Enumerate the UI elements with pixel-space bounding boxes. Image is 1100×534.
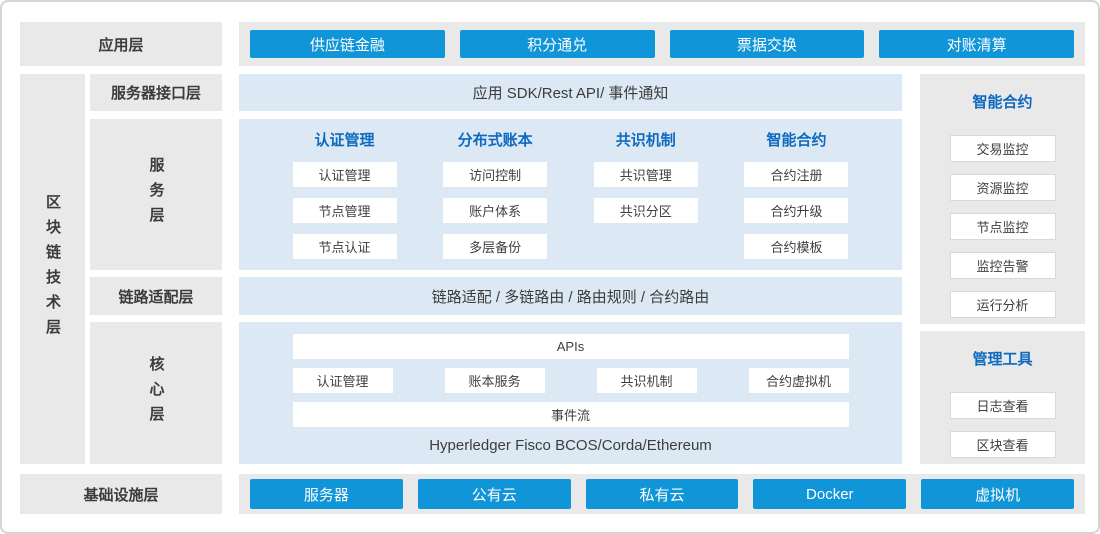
app-button-bill-exchange[interactable]: 票据交换 bbox=[670, 30, 865, 58]
core-layer-label-text: 核心层 bbox=[146, 356, 167, 431]
service-column-contract: 智能合约 合约注册 合约升级 合约模板 bbox=[744, 131, 848, 270]
service-column-auth: 认证管理 认证管理 节点管理 节点认证 bbox=[293, 131, 397, 270]
core-layer-panel: APIs 认证管理 账本服务 共识机制 合约虚拟机 事件流 Hyperledge… bbox=[239, 322, 902, 464]
tools-panel: 管理工具 日志查看 区块查看 bbox=[920, 331, 1085, 464]
service-item: 访问控制 bbox=[443, 162, 547, 187]
service-item: 合约升级 bbox=[744, 198, 848, 223]
monitor-panel: 智能合约 交易监控 资源监控 节点监控 监控告警 运行分析 bbox=[920, 74, 1085, 324]
architecture-diagram: 应用层 供应链金融 积分通兑 票据交换 对账清算 区块链技术层 服务器接口层 应… bbox=[0, 0, 1100, 534]
sdk-api-band: 应用 SDK/Rest API/ 事件通知 bbox=[239, 74, 902, 111]
service-column-contract-header: 智能合约 bbox=[744, 131, 848, 151]
service-item: 合约注册 bbox=[744, 162, 848, 187]
monitor-panel-header: 智能合约 bbox=[972, 91, 1032, 112]
service-columns: 认证管理 认证管理 节点管理 节点认证 分布式账本 访问控制 账户体系 多层备份… bbox=[293, 131, 849, 270]
core-module: 认证管理 bbox=[293, 368, 393, 393]
service-layer-label-text: 服务层 bbox=[146, 157, 167, 232]
core-modules-row: 认证管理 账本服务 共识机制 合约虚拟机 bbox=[293, 368, 849, 393]
app-layer-band: 供应链金融 积分通兑 票据交换 对账清算 bbox=[239, 22, 1085, 66]
service-item: 共识管理 bbox=[594, 162, 698, 187]
service-column-consensus-header: 共识机制 bbox=[594, 131, 698, 151]
service-item: 共识分区 bbox=[594, 198, 698, 223]
infra-layer-band: 服务器 公有云 私有云 Docker 虚拟机 bbox=[239, 474, 1085, 514]
service-column-consensus: 共识机制 共识管理 共识分区 bbox=[594, 131, 698, 270]
core-layer-label: 核心层 bbox=[90, 322, 222, 464]
service-item: 节点管理 bbox=[293, 198, 397, 223]
infra-layer-label: 基础设施层 bbox=[20, 474, 222, 514]
service-column-ledger-header: 分布式账本 bbox=[443, 131, 547, 151]
tech-layer-label: 区块链技术层 bbox=[20, 74, 85, 464]
app-button-points-exchange[interactable]: 积分通兑 bbox=[460, 30, 655, 58]
event-stream-bar: 事件流 bbox=[293, 402, 849, 427]
link-layer-label: 链路适配层 bbox=[90, 277, 222, 315]
core-module: 合约虚拟机 bbox=[749, 368, 849, 393]
interface-layer-label: 服务器接口层 bbox=[90, 74, 222, 111]
tool-item: 区块查看 bbox=[950, 431, 1056, 458]
app-button-supply-chain-finance[interactable]: 供应链金融 bbox=[250, 30, 445, 58]
monitor-item: 交易监控 bbox=[950, 135, 1056, 162]
service-column-ledger: 分布式账本 访问控制 账户体系 多层备份 bbox=[443, 131, 547, 270]
service-item: 账户体系 bbox=[443, 198, 547, 223]
service-column-auth-header: 认证管理 bbox=[293, 131, 397, 151]
infra-button-private-cloud[interactable]: 私有云 bbox=[586, 479, 739, 509]
monitor-item: 节点监控 bbox=[950, 213, 1056, 240]
app-button-reconciliation[interactable]: 对账清算 bbox=[879, 30, 1074, 58]
core-module: 账本服务 bbox=[445, 368, 545, 393]
app-layer-label: 应用层 bbox=[20, 22, 222, 66]
tools-panel-header: 管理工具 bbox=[972, 348, 1032, 369]
monitor-item: 运行分析 bbox=[950, 291, 1056, 318]
core-module: 共识机制 bbox=[597, 368, 697, 393]
infra-button-server[interactable]: 服务器 bbox=[250, 479, 403, 509]
infra-button-vm[interactable]: 虚拟机 bbox=[921, 479, 1074, 509]
link-routing-band: 链路适配 / 多链路由 / 路由规则 / 合约路由 bbox=[239, 277, 902, 315]
monitor-item: 资源监控 bbox=[950, 174, 1056, 201]
monitor-item: 监控告警 bbox=[950, 252, 1056, 279]
service-layer-label: 服务层 bbox=[90, 119, 222, 270]
core-inner: APIs 认证管理 账本服务 共识机制 合约虚拟机 事件流 Hyperledge… bbox=[293, 334, 849, 454]
service-item: 多层备份 bbox=[443, 234, 547, 259]
infra-button-public-cloud[interactable]: 公有云 bbox=[418, 479, 571, 509]
service-item: 认证管理 bbox=[293, 162, 397, 187]
apis-bar: APIs bbox=[293, 334, 849, 359]
service-layer-panel: 认证管理 认证管理 节点管理 节点认证 分布式账本 访问控制 账户体系 多层备份… bbox=[239, 119, 902, 270]
platforms-text: Hyperledger Fisco BCOS/Corda/Ethereum bbox=[293, 437, 849, 454]
service-item: 节点认证 bbox=[293, 234, 397, 259]
service-item: 合约模板 bbox=[744, 234, 848, 259]
infra-button-docker[interactable]: Docker bbox=[753, 479, 906, 509]
tool-item: 日志查看 bbox=[950, 392, 1056, 419]
tech-layer-label-text: 区块链技术层 bbox=[42, 194, 63, 344]
